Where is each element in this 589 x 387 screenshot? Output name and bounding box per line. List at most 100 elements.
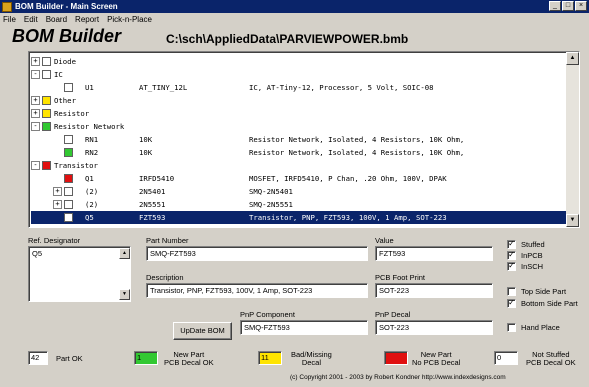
tree-category-row[interactable]: + Resistor xyxy=(31,107,567,120)
tree-part-row[interactable]: U1 AT_TINY_12L IC, AT-Tiny-12, Processor, … xyxy=(31,81,567,94)
tree-part-row[interactable]: + (2) 2N5551 SMQ-2N5551 xyxy=(31,198,567,211)
top-side-checkbox[interactable]: Top Side Part xyxy=(507,287,566,296)
status-swatch-icon xyxy=(42,57,51,66)
tree-part-row[interactable]: + (2) 2N5401 SMQ-2N5401 xyxy=(31,185,567,198)
tree-category-row[interactable]: - Resistor Network xyxy=(31,120,567,133)
close-button[interactable]: × xyxy=(575,1,587,11)
bottom-side-checkbox[interactable]: ✓ Bottom Side Part xyxy=(507,299,578,308)
ref-list-up-icon[interactable]: ▲ xyxy=(119,248,130,259)
pnp-decal-field[interactable]: SOT-223 xyxy=(375,320,493,335)
bad-decal-legend: Bad/Missing Decal xyxy=(291,351,332,367)
status-swatch-icon xyxy=(64,200,73,209)
inpcb-checkbox[interactable]: ✓ InPCB xyxy=(507,251,543,260)
tree-category-label: Diode xyxy=(54,57,76,66)
expand-icon[interactable]: + xyxy=(53,187,62,196)
menu-board[interactable]: Board xyxy=(46,15,67,24)
pnp-decal-label: PnP Decal xyxy=(375,310,411,319)
inpcb-check-icon[interactable]: ✓ xyxy=(507,251,516,260)
bom-tree[interactable]: + Diode - IC U1 AT_TINY_12L IC, AT-Tiny-12, Pr… xyxy=(28,51,580,228)
insch-checkbox[interactable]: ✓ InSCH xyxy=(507,262,543,271)
not-stuffed-count: 0 xyxy=(494,351,518,365)
stuffed-label: Stuffed xyxy=(521,240,545,249)
tree-value: IRFD5410 xyxy=(139,174,175,183)
status-swatch-icon xyxy=(42,122,51,131)
window-controls: _ □ × xyxy=(549,1,587,11)
collapse-icon[interactable]: - xyxy=(31,70,40,79)
title-bar[interactable]: BOM Builder - Main Screen _ □ × xyxy=(0,0,589,13)
tree-part-row[interactable]: RN1 10K Resistor Network, Isolated, 4 Resi… xyxy=(31,133,567,146)
ref-designator-item[interactable]: Q5 xyxy=(32,249,42,258)
tree-value: FZT593 xyxy=(139,213,166,222)
stuffed-checkbox[interactable]: ✓ Stuffed xyxy=(507,240,545,249)
tree-category-label: Transistor xyxy=(54,161,98,170)
pcb-footprint-label: PCB Foot Print xyxy=(375,273,426,282)
expand-icon[interactable]: + xyxy=(31,109,40,118)
expand-icon[interactable]: + xyxy=(31,57,40,66)
insch-check-icon[interactable]: ✓ xyxy=(507,262,516,271)
tree-part-row[interactable]: Q5 FZT593 Transistor, PNP, FZT593, 100V, 1… xyxy=(31,211,567,224)
expand-icon[interactable]: + xyxy=(53,200,62,209)
tree-category-row[interactable]: - Transistor xyxy=(31,159,567,172)
status-swatch-icon xyxy=(42,96,51,105)
value-label: Value xyxy=(375,236,394,245)
hand-place-checkbox[interactable]: Hand Place xyxy=(507,323,560,332)
pnp-component-field[interactable]: SMQ-FZT593 xyxy=(240,320,368,335)
bottom-side-label: Bottom Side Part xyxy=(521,299,578,308)
menu-edit[interactable]: Edit xyxy=(24,15,38,24)
main-window: BOM Builder - Main Screen _ □ × File Edi… xyxy=(0,0,589,387)
value-field[interactable]: FZT593 xyxy=(375,246,493,261)
minimize-button[interactable]: _ xyxy=(549,1,561,11)
tree-value: 2N5551 xyxy=(139,200,166,209)
tree-category-label: Resistor Network xyxy=(54,122,125,131)
bad-decal-label-2: Decal xyxy=(301,358,322,367)
part-number-field[interactable]: SMQ-FZT593 xyxy=(146,246,368,261)
top-side-label: Top Side Part xyxy=(521,287,567,296)
tree-description: Resistor Network, Isolated, 4 Resistors,… xyxy=(249,135,465,144)
menu-file[interactable]: File xyxy=(3,15,16,24)
update-bom-button[interactable]: UpDate BOM xyxy=(173,322,232,340)
tree-category-row[interactable]: + Diode xyxy=(31,55,567,68)
status-swatch-icon xyxy=(64,213,73,222)
tree-description: Resistor Network, Isolated, 4 Resistors,… xyxy=(249,148,465,157)
status-swatch-icon xyxy=(64,83,73,92)
bottom-side-check-icon[interactable]: ✓ xyxy=(507,299,516,308)
tree-description: Transistor, PNP, FZT593, 100V, 1 Amp, SO… xyxy=(249,213,447,222)
tree-part-row[interactable]: Q1 IRFD5410 MOSFET, IRFD5410, P Chan, .20 … xyxy=(31,172,567,185)
status-swatch-icon xyxy=(64,174,73,183)
collapse-icon[interactable]: - xyxy=(31,161,40,170)
tree-part-row[interactable]: RN2 10K Resistor Network, Isolated, 4 Resi… xyxy=(31,146,567,159)
menu-report[interactable]: Report xyxy=(75,15,99,24)
scroll-up-icon[interactable]: ▲ xyxy=(566,52,579,65)
insch-label: InSCH xyxy=(521,262,544,271)
stuffed-check-icon[interactable]: ✓ xyxy=(507,240,516,249)
hand-place-check-icon[interactable] xyxy=(507,323,516,332)
no-decal-count xyxy=(384,351,408,365)
tree-designator: RN2 xyxy=(85,148,99,157)
top-side-check-icon[interactable] xyxy=(507,287,516,296)
expand-icon[interactable]: + xyxy=(31,96,40,105)
description-field[interactable]: Transistor, PNP, FZT593, 100V, 1 Amp, SO… xyxy=(146,283,368,298)
tree-designator: U1 xyxy=(85,83,94,92)
maximize-button[interactable]: □ xyxy=(562,1,574,11)
tree-category-row[interactable]: + Other xyxy=(31,94,567,107)
file-path: C:\sch\AppliedData\PARVIEWPOWER.bmb xyxy=(166,32,409,46)
tree-description: SMQ-2N5551 xyxy=(249,200,293,209)
pcb-footprint-field[interactable]: SOT-223 xyxy=(375,283,493,298)
hand-place-label: Hand Place xyxy=(521,323,560,332)
tree-category-label: IC xyxy=(54,70,63,79)
app-icon xyxy=(2,1,12,12)
menu-pick-n-place[interactable]: Pick-n-Place xyxy=(107,15,152,24)
new-part-label-2: PCB Decal OK xyxy=(164,358,214,367)
ref-list-down-icon[interactable]: ▼ xyxy=(119,289,130,300)
tree-category-row[interactable]: - IC xyxy=(31,68,567,81)
tree-value: AT_TINY_12L xyxy=(139,83,188,92)
ref-designator-list[interactable]: Q5 xyxy=(28,246,131,302)
status-swatch-icon xyxy=(64,148,73,157)
scroll-down-icon[interactable]: ▼ xyxy=(566,214,579,227)
collapse-icon[interactable]: - xyxy=(31,122,40,131)
tree-description: IC, AT-Tiny-12, Processor, 5 Volt, SOIC-… xyxy=(249,83,434,92)
ref-designator-label: Ref. Designator xyxy=(28,236,81,245)
tree-scrollbar[interactable]: ▲ ▼ xyxy=(566,52,579,227)
status-swatch-icon xyxy=(64,187,73,196)
tree-designator: Q1 xyxy=(85,174,94,183)
